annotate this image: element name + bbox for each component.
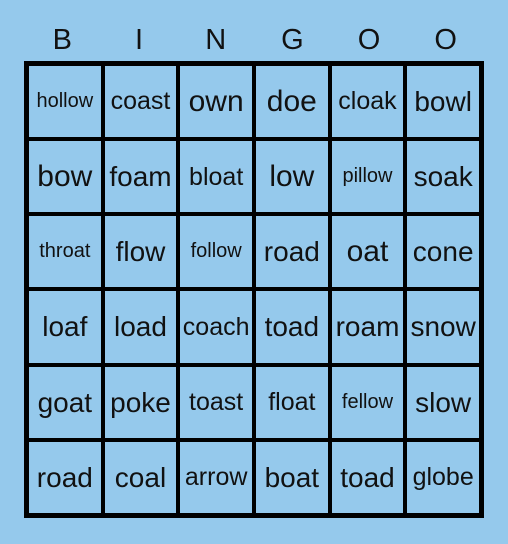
bingo-cell-label: cloak (338, 87, 397, 116)
header-letter-4: O (357, 23, 381, 56)
bingo-cell[interactable]: load (104, 291, 177, 363)
bingo-cell-label: foam (109, 161, 172, 193)
bingo-cell-label: bowl (414, 85, 472, 117)
bingo-cell-label: pillow (342, 165, 393, 188)
bingo-cell[interactable]: own (180, 66, 252, 138)
bingo-cell[interactable]: bow (29, 141, 101, 213)
bingo-cell[interactable]: coal (104, 441, 177, 513)
bingo-cell-label: own (188, 84, 244, 118)
bingo-cell[interactable]: soak (407, 141, 479, 213)
bingo-cell-label: slow (415, 386, 472, 418)
bingo-cell-label: throat (39, 240, 91, 263)
bingo-cell-label: toast (189, 388, 244, 417)
bingo-cell[interactable]: pillow (331, 141, 404, 213)
bingo-cell-label: hollow (36, 90, 94, 113)
bingo-cell-label: float (268, 388, 316, 417)
bingo-cell-label: toad (264, 311, 320, 343)
bingo-cell[interactable]: foam (104, 141, 177, 213)
bingo-cell-label: boat (264, 461, 320, 493)
bingo-cell-label: coast (110, 87, 171, 116)
bingo-cell[interactable]: oat (331, 216, 404, 288)
bingo-card: B I N G O O hollow coast own doe cloak b… (0, 0, 508, 544)
header-letter-5: O (434, 23, 457, 56)
bingo-cell-label: arrow (184, 463, 248, 492)
bingo-cell-label: soak (413, 161, 473, 193)
bingo-cell-label: coal (114, 461, 167, 493)
bingo-cell[interactable]: bowl (407, 66, 479, 138)
bingo-cell[interactable]: snow (407, 291, 479, 363)
bingo-cell-label: poke (110, 386, 171, 418)
bingo-cell-label: coach (182, 312, 250, 341)
bingo-cell[interactable]: toad (331, 441, 404, 513)
bingo-cell[interactable]: hollow (29, 66, 101, 138)
bingo-cell[interactable]: throat (29, 216, 101, 288)
header-letter-3: G (281, 23, 304, 56)
bingo-cell-label: follow (190, 240, 242, 263)
bingo-cell[interactable]: globe (407, 441, 479, 513)
bingo-cell[interactable]: road (255, 216, 328, 288)
bingo-cell-label: road (263, 236, 320, 268)
bingo-header-row: B I N G O O (24, 18, 484, 61)
bingo-cell-label: fellow (341, 390, 394, 413)
bingo-cell-label: toad (340, 461, 395, 493)
bingo-cell[interactable]: low (255, 141, 328, 213)
bingo-cell-label: goat (37, 386, 93, 418)
header-letter-2: N (205, 23, 227, 56)
bingo-cell[interactable]: toad (255, 291, 328, 363)
header-letter-1: I (134, 23, 144, 56)
bingo-cell-label: load (114, 311, 167, 343)
bingo-cell[interactable]: float (255, 366, 328, 438)
bingo-cell[interactable]: loaf (29, 291, 101, 363)
bingo-cell-label: low (269, 159, 315, 193)
bingo-cell-label: bow (37, 159, 93, 193)
bingo-cell[interactable]: goat (29, 366, 101, 438)
bingo-cell-label: cone (412, 236, 474, 268)
bingo-cell-label: snow (410, 311, 476, 343)
bingo-cell-label: roam (335, 311, 400, 343)
bingo-cell-label: globe (412, 463, 474, 492)
bingo-cell[interactable]: follow (180, 216, 252, 288)
bingo-cell-label: loaf (42, 311, 88, 343)
bingo-cell[interactable]: boat (255, 441, 328, 513)
bingo-cell[interactable]: doe (255, 66, 328, 138)
bingo-cell-label: bloat (189, 162, 244, 191)
header-letter-0: B (52, 23, 72, 56)
bingo-cell[interactable]: toast (180, 366, 252, 438)
bingo-cell[interactable]: fellow (331, 366, 404, 438)
bingo-cell[interactable]: slow (407, 366, 479, 438)
bingo-cell-label: oat (346, 235, 389, 269)
bingo-cell[interactable]: coast (104, 66, 177, 138)
bingo-cell[interactable]: roam (331, 291, 404, 363)
bingo-grid: hollow coast own doe cloak bowl bow foam… (24, 61, 484, 518)
bingo-cell[interactable]: bloat (180, 141, 252, 213)
bingo-cell[interactable]: cone (407, 216, 479, 288)
bingo-cell-label: road (36, 461, 93, 493)
bingo-cell[interactable]: road (29, 441, 101, 513)
bingo-cell[interactable]: flow (104, 216, 177, 288)
bingo-cell-label: flow (115, 236, 166, 268)
bingo-cell-label: doe (266, 84, 317, 118)
bingo-cell[interactable]: poke (104, 366, 177, 438)
bingo-cell[interactable]: cloak (331, 66, 404, 138)
bingo-cell[interactable]: coach (180, 291, 252, 363)
bingo-cell[interactable]: arrow (180, 441, 252, 513)
